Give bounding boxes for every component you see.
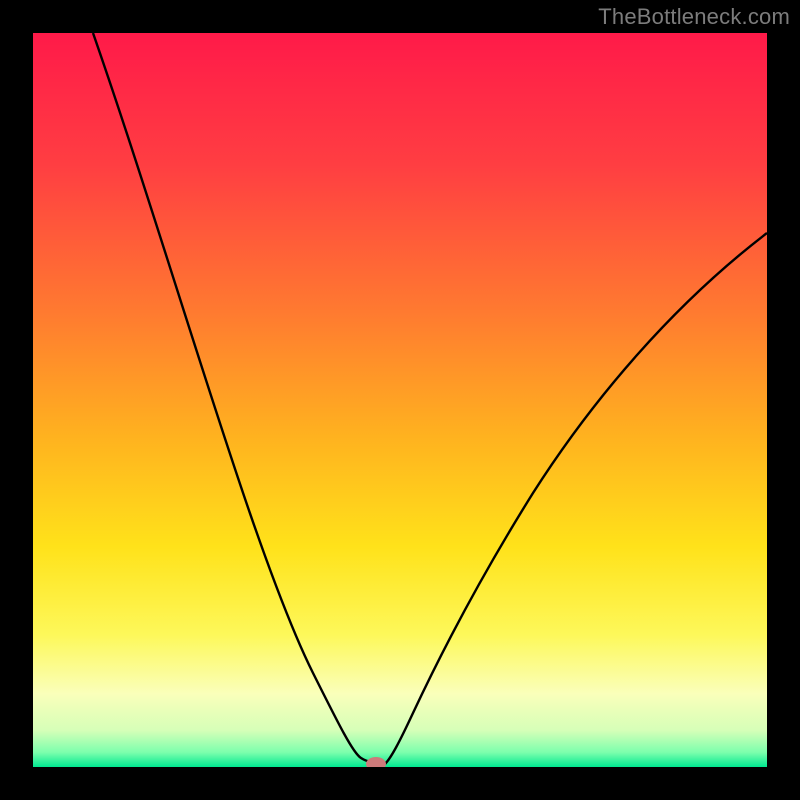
watermark-label: TheBottleneck.com [598,4,790,30]
chart-frame: TheBottleneck.com [0,0,800,800]
gradient-background [33,33,767,767]
plot-area [33,33,767,767]
bottleneck-chart [33,33,767,767]
